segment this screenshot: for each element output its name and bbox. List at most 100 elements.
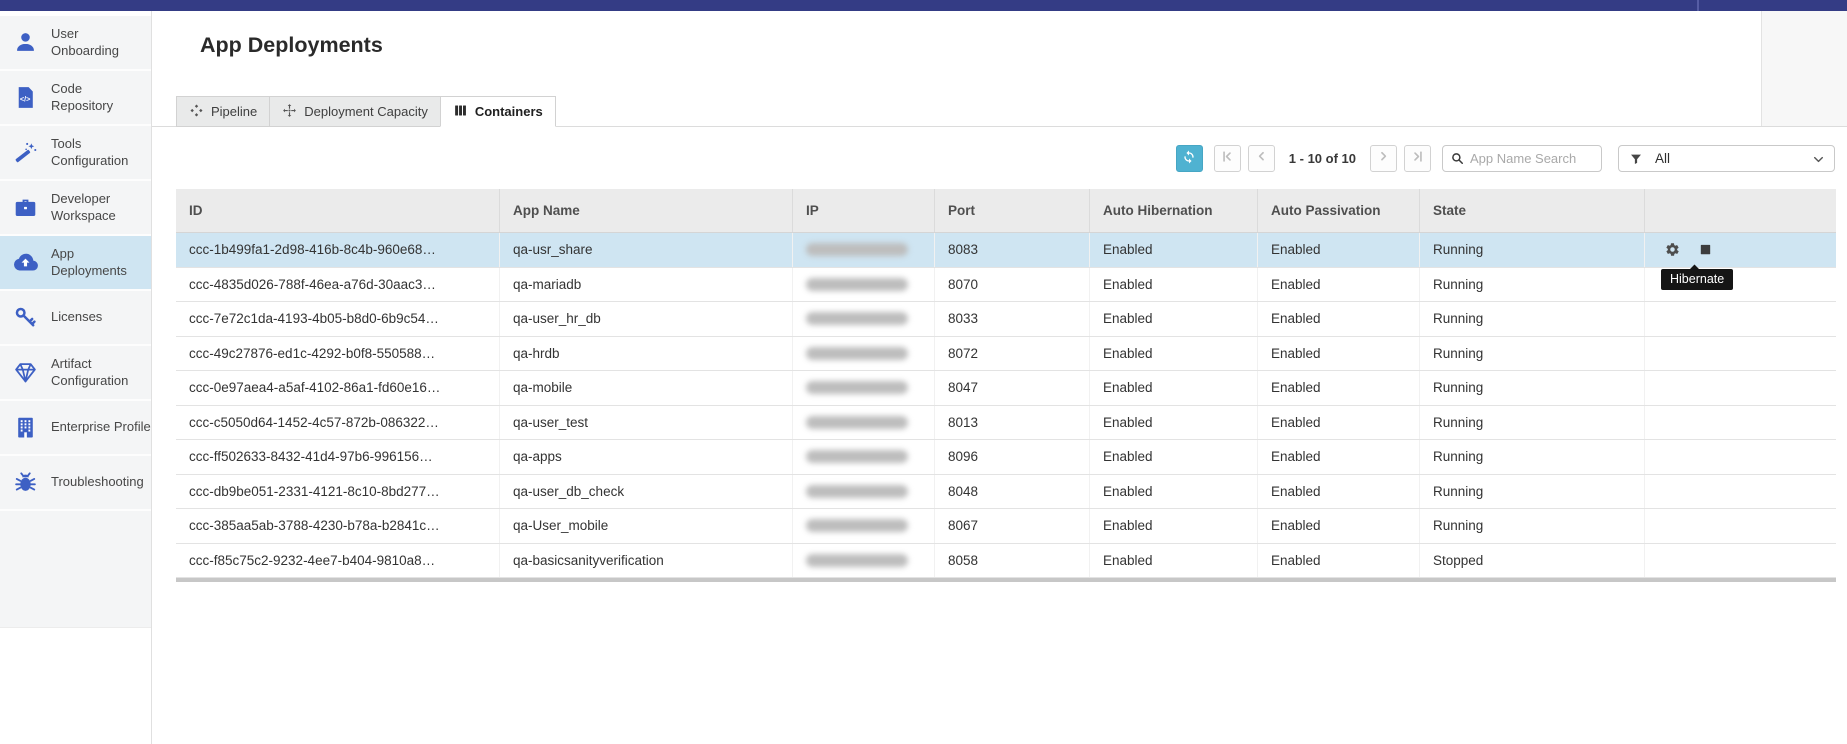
sidebar-item-user-onboarding[interactable]: User Onboarding [0,16,151,71]
diamond-icon [12,359,39,386]
sidebar-item-label: App Deployments [51,246,127,279]
cell-ip [793,509,935,543]
sidebar-filler [0,511,151,628]
cell-port: 8067 [935,509,1090,543]
sidebar-item-app-deployments[interactable]: App Deployments [0,236,151,291]
cell-id: ccc-ff502633-8432-41d4-97b6-996156… [176,440,500,474]
cell-state: Running [1420,268,1645,302]
sidebar-item-label: Tools Configuration [51,136,128,169]
cell-auto-hibernation: Enabled [1090,337,1258,371]
table-row[interactable]: ccc-385aa5ab-3788-4230-b78a-b2841c… qa-U… [176,509,1836,544]
sidebar-item-artifact-configuration[interactable]: Artifact Configuration [0,346,151,401]
table-row[interactable]: ccc-c5050d64-1452-4c57-872b-086322… qa-u… [176,406,1836,441]
table-row[interactable]: ccc-db9be051-2331-4121-8c10-8bd277… qa-u… [176,475,1836,510]
cell-ip [793,475,935,509]
cell-port: 8013 [935,406,1090,440]
page-background-patch [1761,11,1847,126]
building-icon [12,414,39,441]
table-row[interactable]: ccc-4835d026-788f-46ea-a76d-30aac3… qa-m… [176,268,1836,303]
sidebar-item-label: Licenses [51,309,102,326]
code-repository-icon: </> [12,84,39,111]
move-arrows-icon [282,103,297,121]
table-row[interactable]: ccc-ff502633-8432-41d4-97b6-996156… qa-a… [176,440,1836,475]
sidebar-item-label: Enterprise Profile [51,419,151,436]
cell-id: ccc-49c27876-ed1c-4292-b0f8-550588… [176,337,500,371]
previous-page-button[interactable] [1248,145,1275,172]
cell-state: Running [1420,440,1645,474]
table-row[interactable]: ccc-0e97aea4-a5af-4102-86a1-fd60e16… qa-… [176,371,1836,406]
cell-id: ccc-1b499fa1-2d98-416b-8c4b-960e68… [176,233,500,267]
cell-ip [793,406,935,440]
sidebar-item-tools-configuration[interactable]: Tools Configuration [0,126,151,181]
tab-label: Containers [475,104,543,119]
ip-blurred-value [806,347,908,360]
tab-label: Pipeline [211,104,257,119]
cell-port: 8096 [935,440,1090,474]
cell-id: ccc-0e97aea4-a5af-4102-86a1-fd60e16… [176,371,500,405]
first-page-icon [1220,149,1235,167]
row-actions [1645,371,1836,405]
search-box [1442,145,1602,172]
cell-ip [793,337,935,371]
table-row[interactable]: ccc-f85c75c2-9232-4ee7-b404-9810a8… qa-b… [176,544,1836,579]
refresh-button[interactable] [1176,145,1203,172]
sidebar-item-developer-workspace[interactable]: Developer Workspace [0,181,151,236]
sidebar-item-enterprise-profile[interactable]: Enterprise Profile [0,401,151,456]
cell-id: ccc-7e72c1da-4193-4b05-b8d0-6b9c54… [176,302,500,336]
cell-auto-passivation: Enabled [1258,337,1420,371]
filter-selected-value: All [1655,151,1670,166]
sidebar-item-licenses[interactable]: Licenses [0,291,151,346]
row-actions [1645,233,1836,267]
cell-auto-hibernation: Enabled [1090,371,1258,405]
ip-blurred-value [806,243,908,256]
cell-auto-hibernation: Enabled [1090,268,1258,302]
ip-blurred-value [806,554,908,567]
horizontal-scrollbar[interactable] [176,578,1836,582]
filter-dropdown[interactable]: All [1618,145,1835,172]
sidebar-item-code-repository[interactable]: </> Code Repository [0,71,151,126]
last-page-button[interactable] [1404,145,1431,172]
cell-state: Running [1420,406,1645,440]
cell-port: 8072 [935,337,1090,371]
row-actions [1645,406,1836,440]
chevron-right-icon [1376,149,1391,167]
sidebar: User Onboarding </> Code Repository Tool… [0,11,152,744]
cell-app-name: qa-User_mobile [500,509,793,543]
magic-wand-icon [12,139,39,166]
top-navbar [0,0,1847,11]
table-row[interactable]: ccc-7e72c1da-4193-4b05-b8d0-6b9c54… qa-u… [176,302,1836,337]
sidebar-item-label: Artifact Configuration [51,356,128,389]
pagination-range-label: 1 - 10 of 10 [1289,151,1356,166]
cell-auto-passivation: Enabled [1258,544,1420,578]
cell-auto-hibernation: Enabled [1090,509,1258,543]
row-actions [1645,509,1836,543]
briefcase-icon [12,194,39,221]
cell-state: Stopped [1420,544,1645,578]
search-input[interactable] [1470,146,1598,171]
cell-ip [793,233,935,267]
tab-pipeline[interactable]: Pipeline [176,96,270,127]
table-row[interactable]: ccc-1b499fa1-2d98-416b-8c4b-960e68… qa-u… [176,233,1836,268]
stop-icon[interactable] [1698,242,1713,257]
cell-auto-hibernation: Enabled [1090,233,1258,267]
sidebar-item-troubleshooting[interactable]: Troubleshooting [0,456,151,511]
cell-state: Running [1420,337,1645,371]
cell-state: Running [1420,509,1645,543]
row-actions [1645,337,1836,371]
row-actions [1645,475,1836,509]
tab-deployment-capacity[interactable]: Deployment Capacity [269,96,441,127]
table-toolbar: 1 - 10 of 10 All [1176,144,1835,172]
cell-auto-passivation: Enabled [1258,475,1420,509]
cell-port: 8033 [935,302,1090,336]
column-header-ip: IP [793,189,935,232]
cell-app-name: qa-user_test [500,406,793,440]
column-header-state: State [1420,189,1645,232]
settings-icon[interactable] [1665,242,1680,257]
first-page-button[interactable] [1214,145,1241,172]
sidebar-item-label: Code Repository [51,81,113,114]
tab-containers[interactable]: Containers [440,96,556,127]
table-row[interactable]: ccc-49c27876-ed1c-4292-b0f8-550588… qa-h… [176,337,1836,372]
cell-ip [793,302,935,336]
cell-auto-hibernation: Enabled [1090,544,1258,578]
next-page-button[interactable] [1370,145,1397,172]
